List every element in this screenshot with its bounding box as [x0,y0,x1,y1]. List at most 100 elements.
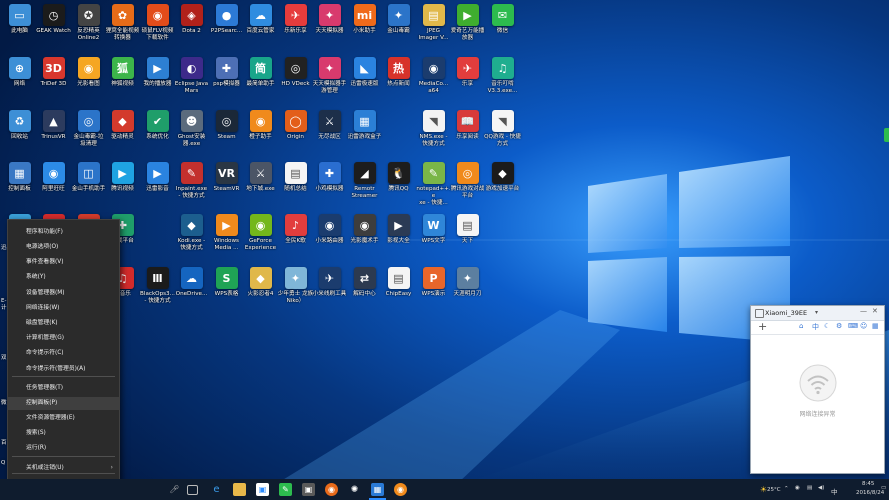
desktop-icon-wpspres[interactable]: P WPS演示 [415,267,452,298]
desktop-icon-dota2[interactable]: ◈ Dota 2 [173,4,210,35]
desktop-icon-blackops[interactable]: Ⅲ BlackOps3... - 快捷方式 [139,267,176,305]
add-network-button[interactable]: + [758,320,767,333]
desktop-icon-psp[interactable]: ✚ psp模拟器 [208,57,245,88]
desktop-icon-xiaomi[interactable]: mi 小米助手 [346,4,383,35]
desktop-icon-tianxia[interactable]: ▤ 天下 [449,214,486,245]
desktop-icon-xiaomirouter[interactable]: ◉ 小米路由器 [311,214,348,245]
context-menu-item[interactable]: 运行(R) [8,442,119,455]
settings-icon[interactable]: ⚙ [836,322,842,330]
mail-app-icon[interactable]: ✎ [279,483,292,496]
edge-widget-icon[interactable] [884,128,889,142]
desktop-icon-aiqiyi[interactable]: ▶ 爱奇艺万能播 放器 [449,4,486,42]
wifi-share-icon[interactable]: ⌂ [799,322,803,330]
notification-center-icon[interactable]: ▭ [881,485,886,491]
desktop-icon-wmp[interactable]: ▶ Windows Media ... [208,214,245,252]
desktop-icon-wpsword[interactable]: W WPS文字 [415,214,452,245]
desktop-icon-gameassist[interactable]: ◆ 游戏加速平台 [484,162,521,193]
desktop-icon-music[interactable]: ♫ 音乐叮啃 V3.3.exe... [484,57,521,95]
desktop-icon-geak[interactable]: ◷ GEAK Watch [35,4,72,35]
desktop-icon-kodi[interactable]: ◆ Kodi.exe - 快捷方式 [173,214,210,252]
desktop-icon-inpaint[interactable]: ✎ Inpaint.exe - 快捷方式 [173,162,210,200]
desktop-icon-360pic[interactable]: ◉ 光影看图 [70,57,107,88]
desktop-icon-anti[interactable]: ✪ 反恐精英 Online2 [70,4,107,42]
wifi-dropdown-icon[interactable]: ▾ [815,309,818,316]
desktop-icon-jpeg[interactable]: ▤ JPEG Imager V... [415,4,452,42]
orange-app-icon[interactable]: ◉ [394,483,407,496]
desktop-icon-wechat[interactable]: ✉ 微信 [484,4,521,35]
desktop-icon-computer[interactable]: ▭ 此电脑 [1,4,38,35]
desktop-icon-kuwo[interactable]: 狐神狐视频 [104,57,141,88]
desktop-icon-eclipse[interactable]: ◐ Eclipse Java Mars [173,57,210,95]
desktop-icon-mediaco[interactable]: ◉ MediaCo... a64 [415,57,452,95]
grid-icon[interactable]: ▦ [872,322,879,330]
desktop-icon-flv-dl[interactable]: ◉ 硕鼠FLV视频 下载软件 [139,4,176,42]
desktop-icon-yingshi[interactable]: ▶ 影视大全 [380,214,417,245]
desktop-icon-tidef[interactable]: 3D TriDef 3D [35,57,72,88]
weather-temp[interactable]: 25°C [767,487,781,493]
desktop-icon-wpsshow[interactable]: S WPS表格 [208,267,245,298]
language-icon[interactable]: 中 [812,322,819,332]
task-view-icon[interactable] [187,485,198,495]
minimize-icon[interactable]: — [860,307,867,315]
desktop-icon-xunleiyy[interactable]: ▶ 迅雷影音 [139,162,176,193]
desktop-icon-jinshan3[interactable]: ◫ 金山手机助手 [70,162,107,193]
microphone-icon[interactable]: 🎤︎ [168,483,181,496]
desktop-icon-duizhan[interactable]: ◎ 腾讯游戏对战 平台 [449,162,486,200]
store-icon[interactable]: ▣ [256,483,269,496]
desktop-icon-recycle[interactable]: ♻ 回收站 [1,110,38,141]
game-app-icon[interactable]: ▣ [302,483,315,496]
desktop-icon-remotr[interactable]: ◢ Remotr Streamer [346,162,383,200]
keyboard-icon[interactable]: ⌨ [848,322,858,330]
desktop-icon-huoying[interactable]: ◆ 火影忍者4 [242,267,279,298]
context-menu-item[interactable]: 控制面板(P) [8,397,119,410]
desktop-icon-qq[interactable]: 🐧 腾讯QQ [380,162,417,193]
desktop-icon-xiaoji[interactable]: ✚ 小鸡模拟器 [311,162,348,193]
desktop-icon-chipeasy[interactable]: ▤ ChipEasy [380,267,417,298]
desktop-icon-dixiacheng[interactable]: ⚔ 地下城.exe [242,162,279,193]
desktop-icon-jianying[interactable]: 简最简单助手 [242,57,279,88]
desktop-icon-flv-conv[interactable]: ✿ 狸窝全能视频 转换器 [104,4,141,42]
desktop-icon-lexiang[interactable]: ✈ 乐享 [449,57,486,88]
context-menu-item[interactable]: 命令提示符(C) [8,347,119,360]
context-menu-item[interactable]: 搜索(S) [8,427,119,440]
context-menu-item[interactable]: 事件查看器(V) [8,256,119,269]
clock-date[interactable]: 2016/8/24 [856,490,884,496]
desktop-icon-driver[interactable]: ◆ 驱动精灵 [104,110,141,141]
desktop-icon-tencentvid[interactable]: ▶ 腾讯视频 [104,162,141,193]
tray-app-icon[interactable]: ◉ [795,485,800,491]
file-explorer-icon[interactable] [233,483,246,496]
desktop-icon-ctrlpanel[interactable]: ▦ 控制面板 [1,162,38,193]
context-menu-item[interactable]: 命令提示符(管理员)(A) [8,363,119,376]
moon-icon[interactable]: ☾ [824,322,830,330]
context-menu-item[interactable]: 电源选项(O) [8,241,119,254]
desktop-icon-guangying[interactable]: ◉ 光影魔术手 [346,214,383,245]
edge-browser-icon[interactable]: e [210,483,223,496]
context-menu-item[interactable]: 计算机管理(G) [8,332,119,345]
context-menu-item[interactable]: 程序和功能(F) [8,226,119,239]
desktop-icon-ttmn[interactable]: ✦ 天天模拟器 [311,4,348,35]
desktop-icon-origin[interactable]: ◯ Origin [277,110,314,141]
desktop-icon-network[interactable]: ⊕ 网络 [1,57,38,88]
desktop-icon-hotnews[interactable]: 热热点新闻 [380,57,417,88]
desktop-icon-wuwang[interactable]: ⚔ 无尽战区 [311,110,348,141]
desktop-icon-jiema[interactable]: ⇄ 解码中心 [346,267,383,298]
desktop-icon-nms[interactable]: ◥ NMS.exe - 快捷方式 [415,110,452,148]
desktop-icon-ttmn2[interactable]: ✦ 天天模拟器手 游管理 [311,57,348,95]
desktop-icon-quanmin[interactable]: ♪ 全民K歌 [277,214,314,245]
desktop-icon-trinus[interactable]: ▲ TrinusVR [35,110,72,141]
desktop-icon-steamvr[interactable]: VR SteamVR [208,162,245,193]
desktop-icon-notepad[interactable]: ✎ notepad++.e xe - 快捷... [415,162,452,207]
desktop-icon-qqshortcut[interactable]: ◥ QQ游戏 - 快捷 方式 [484,110,521,148]
desktop-icon-ghost[interactable]: ☻ Ghost安装 器.exe [173,110,210,148]
desktop-icon-baidu-mgr[interactable]: ☁ 百度云管家 [242,4,279,35]
desktop-icon-xunlei[interactable]: ◣ 迅雷极速版 [346,57,383,88]
desktop-icon-tianya[interactable]: ✦ 天涯明月刀 [449,267,486,298]
context-menu-item[interactable]: 磁盘管理(K) [8,317,119,330]
desktop-icon-lexin[interactable]: ✈ 乐新乐享 [277,4,314,35]
clock-time[interactable]: 8:45 [862,481,874,487]
qq-icon[interactable]: ✺ [348,483,361,496]
context-menu-item[interactable]: 文件资源管理器(E) [8,412,119,425]
desktop-icon-aliwangwang[interactable]: ◉ 阿里旺旺 [35,162,72,193]
desktop-icon-shaonian[interactable]: ✦ 少年勇士 龙族 Niko） [277,267,314,305]
context-menu-item[interactable]: 任务管理器(T) [8,382,119,395]
